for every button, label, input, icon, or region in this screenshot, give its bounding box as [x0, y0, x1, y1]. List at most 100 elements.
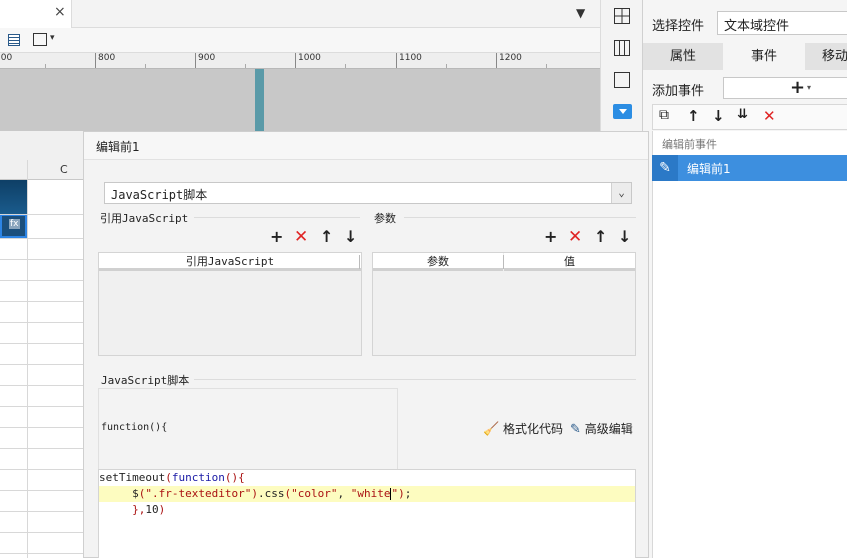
- dialog-title: 编辑前1: [84, 132, 648, 160]
- event-item-label: 编辑前1: [687, 162, 731, 176]
- grid-line: [0, 343, 83, 344]
- column-label-c: C: [60, 163, 68, 176]
- section-divider: [194, 379, 636, 380]
- code-line: $(".fr-texteditor").css("color", "white"…: [99, 486, 635, 502]
- ruler-minor-tick: [45, 64, 46, 68]
- tab-properties[interactable]: 属性: [643, 43, 723, 70]
- value-column-header[interactable]: 值: [504, 253, 635, 271]
- grid-column-header: C: [0, 160, 83, 180]
- layout-icon[interactable]: [614, 8, 630, 24]
- dropdown-widget-icon[interactable]: [613, 104, 632, 119]
- event-type-select[interactable]: JavaScript脚本 ⌄: [104, 182, 632, 204]
- script-editor[interactable]: setTimeout(function(){ $(".fr-texteditor…: [98, 469, 636, 558]
- border-icon[interactable]: [33, 33, 47, 46]
- copy-icon[interactable]: ⧉: [659, 107, 669, 123]
- add-icon[interactable]: +: [544, 228, 557, 246]
- grid-line: [0, 301, 83, 302]
- delete-icon[interactable]: ✕: [763, 107, 776, 125]
- grid-line: [0, 214, 83, 215]
- ruler-minor-tick: [245, 64, 246, 68]
- designer-tab[interactable]: ×: [0, 0, 72, 28]
- canvas-guide-marker[interactable]: [255, 69, 264, 131]
- params-list[interactable]: 参数 值: [372, 252, 636, 356]
- add-event-button[interactable]: + ▾: [723, 77, 847, 99]
- ruler-label: 1100: [396, 53, 422, 68]
- list-icon[interactable]: [8, 34, 20, 46]
- plus-icon: +: [790, 77, 806, 98]
- properties-panel: 选择控件 文本域控件 属性 事件 移动 添加事件 + ▾ ⧉ ↑ ↓ ⇊ ✕ 编…: [642, 0, 847, 558]
- panel-tabs: 属性 事件 移动: [643, 43, 847, 70]
- tab-move[interactable]: 移动: [805, 43, 847, 70]
- format-code-button[interactable]: 🧹 格式化代码: [483, 420, 563, 437]
- function-header: function(){: [101, 422, 168, 433]
- move-bottom-icon[interactable]: ⇊: [737, 107, 748, 122]
- grid-line: [0, 553, 83, 554]
- ruler-minor-tick: [145, 64, 146, 68]
- grid-line: [27, 160, 28, 558]
- chevron-down-icon[interactable]: ⌄: [611, 183, 631, 203]
- ruler-label: 900: [195, 53, 215, 68]
- ref-js-column-header[interactable]: 引用JavaScript: [99, 253, 361, 271]
- grid-line: [0, 406, 83, 407]
- grid-line: [0, 532, 83, 533]
- chevron-down-icon[interactable]: ▾: [50, 33, 55, 43]
- ref-js-section-title: 引用JavaScript: [100, 212, 189, 225]
- arrow-up-icon[interactable]: ↑: [594, 228, 607, 246]
- grid-line: [0, 427, 83, 428]
- chevron-down-icon: ▾: [807, 83, 812, 92]
- widget-toolbar: [600, 0, 642, 131]
- widget-select[interactable]: 文本域控件: [717, 11, 847, 35]
- table-info-icon[interactable]: [614, 40, 630, 56]
- pencil-icon: ✎: [652, 155, 678, 181]
- param-column-header[interactable]: 参数: [373, 253, 503, 271]
- broom-icon: 🧹: [483, 422, 500, 437]
- delete-icon[interactable]: ✕: [294, 228, 308, 246]
- format-code-label: 格式化代码: [503, 422, 564, 436]
- section-divider: [194, 217, 360, 218]
- params-section-title: 参数: [374, 212, 396, 225]
- grid-line: [0, 259, 83, 260]
- horizontal-ruler: 700 800 900 1000 1100 1200: [0, 53, 600, 69]
- spreadsheet-grid[interactable]: C fx: [0, 160, 83, 558]
- select-widget-label: 选择控件: [652, 19, 705, 34]
- grid-line: [0, 280, 83, 281]
- grid-line: [0, 448, 83, 449]
- advanced-edit-label: 高级编辑: [584, 422, 633, 436]
- tab-events[interactable]: 事件: [724, 43, 804, 70]
- event-group-label: 编辑前事件: [662, 138, 717, 151]
- close-icon[interactable]: ×: [54, 4, 66, 20]
- grid-cell[interactable]: [0, 180, 27, 214]
- edit-icon: ✎: [570, 422, 581, 437]
- event-actions-toolbar: ⧉ ↑ ↓ ⇊ ✕: [652, 104, 847, 130]
- grid-line: [0, 322, 83, 323]
- arrow-up-icon[interactable]: ↑: [687, 107, 700, 125]
- designer-toolbar: ▾: [0, 28, 600, 53]
- ruler-label: 1200: [496, 53, 522, 68]
- ref-js-list[interactable]: 引用JavaScript: [98, 252, 362, 356]
- tab-menu-icon[interactable]: ▼: [576, 6, 585, 20]
- function-header-box: function(){: [98, 388, 398, 470]
- script-section-title: JavaScript脚本: [101, 374, 190, 387]
- add-icon[interactable]: +: [270, 228, 283, 246]
- event-list-item[interactable]: ✎ 编辑前1: [652, 155, 847, 181]
- arrow-up-icon[interactable]: ↑: [320, 228, 333, 246]
- design-canvas[interactable]: [0, 69, 600, 131]
- grid-line: [0, 238, 83, 239]
- arrow-down-icon[interactable]: ↓: [344, 228, 357, 246]
- delete-icon[interactable]: ✕: [568, 228, 582, 246]
- grid-line: [0, 469, 83, 470]
- ruler-label: 800: [95, 53, 115, 68]
- event-group-header: 编辑前事件: [652, 131, 847, 155]
- edit-event-dialog: 编辑前1 JavaScript脚本 ⌄ 引用JavaScript + ✕ ↑ ↓…: [83, 131, 649, 558]
- ruler-label: 1000: [295, 53, 321, 68]
- arrow-down-icon[interactable]: ↓: [618, 228, 631, 246]
- advanced-edit-button[interactable]: ✎ 高级编辑: [570, 420, 633, 437]
- frame-icon[interactable]: [614, 72, 630, 88]
- grid-line: [0, 364, 83, 365]
- ruler-minor-tick: [345, 64, 346, 68]
- formula-icon: fx: [9, 219, 20, 229]
- event-list-body: [652, 181, 847, 558]
- ruler-label: 700: [0, 53, 12, 68]
- arrow-down-icon[interactable]: ↓: [712, 107, 725, 125]
- section-divider: [404, 217, 636, 218]
